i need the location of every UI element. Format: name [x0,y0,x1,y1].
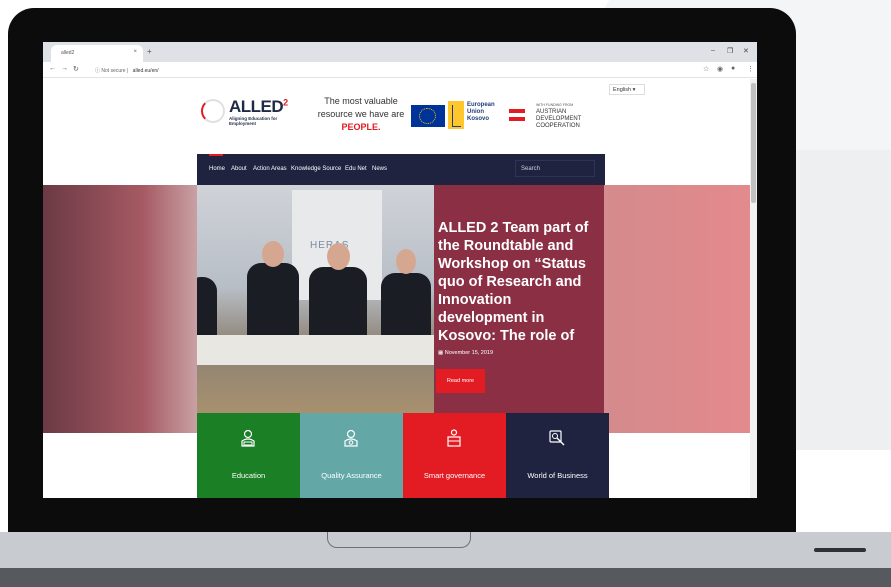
austria-line3: COOPERATION [536,123,580,129]
read-more-button[interactable]: Read more [436,369,485,393]
nav-item-about[interactable]: About [231,166,247,172]
info-icon: ⓘ [95,68,101,74]
nav-item-news[interactable]: News [372,166,387,172]
main-nav: Home About Action Areas Knowledge Source… [197,154,605,185]
photo-person [381,273,431,343]
search-input[interactable]: Search [515,160,595,177]
austria-line2: DEVELOPMENT [536,116,582,122]
eu-line3: Kosovo [467,116,490,122]
laptop-base-edge [0,568,891,587]
browser-tab-bar: alled2 × + – ❐ ✕ [43,42,757,62]
tab-title: alled2 [61,50,75,56]
photo-person [247,263,299,343]
photo-person [309,267,367,343]
logo-subtitle: Aligning Education for Employment [229,116,278,126]
logo-superscript: 2 [283,97,288,108]
security-label: Not secure [101,68,126,74]
tile-smart-governance[interactable]: Smart governance [403,413,506,498]
laptop-screen: alled2 × + – ❐ ✕ ← → ↻ ⓘ Not secure | al… [43,42,757,498]
url-text: alled.eu/en/ [132,68,159,74]
tagline-line1: The most valuable [324,96,398,106]
tile-world-of-business[interactable]: World of Business [506,413,609,498]
tagline-line2: resource we have are [317,109,405,119]
nav-item-edu-net[interactable]: Edu Net [345,166,367,172]
profile-icon[interactable]: ● [731,65,735,72]
nav-active-indicator [209,154,223,156]
nav-item-home[interactable]: Home [209,166,225,172]
hero-title[interactable]: ALLED 2 Team part of the Roundtable and … [438,219,598,369]
education-icon [241,429,255,447]
eu-line1: European [467,102,495,108]
forward-icon[interactable]: → [61,65,68,72]
logo-ring-icon [201,99,225,123]
photo-person [197,277,217,343]
austrian-cooperation-logo: WITH FUNDING FROM AUSTRIAN DEVELOPMENT C… [509,103,599,133]
logo-name: ALLED [229,97,284,116]
photo-person-head [262,241,284,267]
chevron-down-icon: ▾ [632,87,636,93]
photo-person-head [396,249,416,274]
tile-label: Education [231,471,266,480]
extension-icon[interactable]: ◉ [717,65,723,73]
photo-table [197,335,434,365]
browser-toolbar: ← → ↻ ⓘ Not secure | alled.eu/en/ ☆ ◉ ● … [43,62,757,78]
new-tab-icon[interactable]: + [147,47,152,56]
back-icon[interactable]: ← [49,65,56,72]
calendar-icon: ▦ [438,350,444,356]
laptop-slot [814,548,866,552]
tile-education[interactable]: Education [197,413,300,498]
funding-label: WITH FUNDING FROM [536,103,574,107]
menu-icon[interactable]: ⋮ [747,65,754,73]
minimize-icon[interactable]: – [711,47,715,54]
address-bar[interactable]: ⓘ Not secure | alled.eu/en/ [91,64,691,75]
tile-quality-assurance[interactable]: Quality Assurance [300,413,403,498]
language-select[interactable]: English ▾ [609,84,645,95]
tab-close-icon[interactable]: × [133,49,137,55]
nav-item-knowledge-source[interactable]: Knowledge Source [291,166,341,172]
hero-date: November 15, 2019 [444,350,494,356]
eu-kosovo-logo: European Union Kosovo [448,101,508,129]
quality-icon [344,429,358,447]
eu-flag-icon [411,105,445,127]
tagline: The most valuable resource we have are P… [301,95,421,134]
language-label: English [613,87,632,93]
reload-icon[interactable]: ↻ [73,65,79,73]
austria-flag-icon [509,109,525,121]
close-window-icon[interactable]: ✕ [743,47,749,55]
alled-logo[interactable]: ALLED2 Aligning Education for Employment [201,97,291,133]
tagline-highlight: PEOPLE. [341,122,381,132]
governance-icon [447,429,461,447]
photo-person-head [327,243,350,270]
tile-label: World of Business [527,471,588,480]
austria-line1: AUSTRIAN [536,109,567,115]
laptop-notch [327,532,471,548]
web-page: English ▾ ALLED2 Aligning Education for … [43,79,757,498]
browser-tab[interactable]: alled2 × [51,45,143,62]
business-icon [549,430,565,446]
star-icon[interactable]: ☆ [703,65,709,73]
hero-photo[interactable]: HERAS [197,185,434,413]
tile-label: Smart governance [423,471,486,480]
eu-line2: Union [467,109,484,115]
eu-stars-icon [419,108,436,124]
scrollbar-thumb[interactable] [751,83,756,203]
maximize-icon[interactable]: ❐ [727,47,733,55]
nav-item-action-areas[interactable]: Action Areas [253,166,287,172]
tile-label: Quality Assurance [321,471,382,480]
